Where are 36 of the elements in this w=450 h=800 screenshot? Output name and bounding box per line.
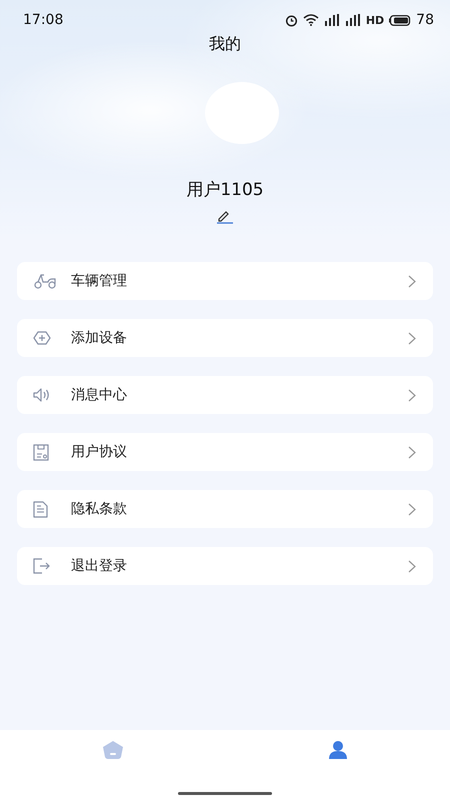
menu-item[interactable]: 用户协议 [17,433,433,471]
battery-icon [389,14,412,26]
wifi-icon [302,14,319,26]
menu-label: 隐私条款 [71,500,128,518]
document-icon [33,500,48,518]
alarm-icon [284,14,298,26]
add-icon [33,330,51,346]
profile-tab[interactable] [328,740,348,760]
document-icon [33,444,49,460]
menu-item[interactable]: 添加设备 [17,319,433,357]
edit-icon[interactable] [216,210,234,224]
menu-item[interactable]: 退出登录 [17,547,433,585]
menu-label: 用户协议 [71,443,128,461]
chevron-icon [408,332,416,344]
menu-label: 添加设备 [71,329,128,347]
page-title: 我的 [209,34,241,55]
chevron-icon [408,274,416,288]
scooter-icon [33,272,57,290]
speaker-icon [33,388,51,402]
menu-label: 消息中心 [71,386,128,404]
logout-icon [33,558,51,574]
chevron-icon [408,446,416,458]
menu-label: 退出登录 [71,557,128,575]
chevron-icon [408,560,416,572]
network-label: HD [366,14,384,26]
chevron-icon [408,388,416,402]
menu-item[interactable]: 车辆管理 [17,262,433,300]
menu-item[interactable]: 隐私条款 [17,490,433,528]
chevron-icon [408,502,416,516]
menu-item[interactable]: 消息中心 [17,376,433,414]
menu-label: 车辆管理 [71,272,128,290]
battery-level: 78 [416,12,434,28]
username: 用户1105 [186,179,264,201]
status-time: 17:08 [23,12,64,28]
signal-icon [344,14,361,26]
signal-icon [324,14,340,26]
